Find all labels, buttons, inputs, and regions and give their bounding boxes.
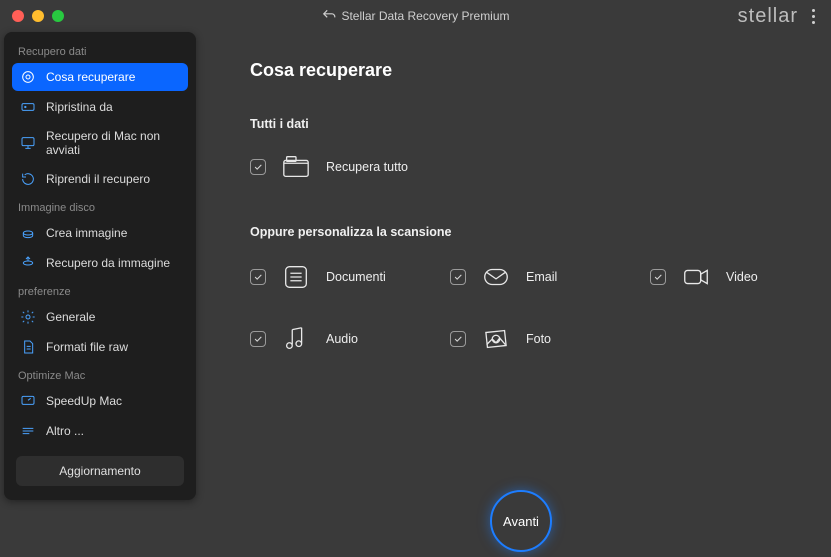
more-menu-button[interactable] <box>808 5 819 28</box>
sidebar-item-raw-formats[interactable]: Formati file raw <box>12 333 188 361</box>
next-button[interactable]: Avanti <box>490 490 552 552</box>
sidebar-group-title: Recupero dati <box>4 38 196 62</box>
option-video[interactable]: Video <box>650 261 831 293</box>
all-data-heading: Tutti i dati <box>250 117 797 131</box>
sidebar-item-general[interactable]: Generale <box>12 303 188 331</box>
brand-logo-text: stellar <box>738 5 798 28</box>
option-label: Audio <box>326 332 358 346</box>
sidebar-group-title: preferenze <box>4 278 196 302</box>
sidebar-item-label: Riprendi il recupero <box>46 172 150 186</box>
app-title-text: Stellar Data Recovery Premium <box>341 9 509 23</box>
target-icon <box>20 69 36 85</box>
titlebar: Stellar Data Recovery Premium stellar <box>0 0 831 32</box>
update-button[interactable]: Aggiornamento <box>16 456 184 486</box>
sidebar-item-label: Altro ... <box>46 424 84 438</box>
main-content: Cosa recuperare Tutti i dati Recupera tu… <box>200 32 831 557</box>
checkbox-checked-icon[interactable] <box>250 159 266 175</box>
sidebar-item-speedup-mac[interactable]: SpeedUp Mac <box>12 387 188 415</box>
option-label: Video <box>726 270 758 284</box>
checkbox-checked-icon[interactable] <box>250 331 266 347</box>
checkbox-checked-icon[interactable] <box>450 331 466 347</box>
photo-icon <box>480 323 512 355</box>
more-icon <box>20 423 36 439</box>
email-icon <box>480 261 512 293</box>
next-button-label: Avanti <box>503 514 539 529</box>
option-recover-all[interactable]: Recupera tutto <box>250 151 408 183</box>
sidebar-group-title: Immagine disco <box>4 194 196 218</box>
sidebar-item-label: Recupero di Mac non avviati <box>46 129 180 157</box>
option-label: Documenti <box>326 270 386 284</box>
sidebar-item-recover-from[interactable]: Ripristina da <box>12 93 188 121</box>
sidebar-item-label: Cosa recuperare <box>46 70 135 84</box>
option-email[interactable]: Email <box>450 261 650 293</box>
option-label: Email <box>526 270 557 284</box>
sidebar-item-label: SpeedUp Mac <box>46 394 122 408</box>
brand-area: stellar <box>738 5 819 28</box>
sidebar-item-label: Formati file raw <box>46 340 128 354</box>
window-controls <box>12 10 64 22</box>
disk-icon <box>20 225 36 241</box>
app-title: Stellar Data Recovery Premium <box>321 8 509 25</box>
option-audio[interactable]: Audio <box>250 323 450 355</box>
checkbox-checked-icon[interactable] <box>250 269 266 285</box>
file-list-icon <box>20 339 36 355</box>
sidebar-item-label: Ripristina da <box>46 100 113 114</box>
close-window-button[interactable] <box>12 10 24 22</box>
sidebar-item-other[interactable]: Altro ... <box>12 417 188 445</box>
drive-icon <box>20 99 36 115</box>
sidebar-item-what-to-recover[interactable]: Cosa recuperare <box>12 63 188 91</box>
monitor-alert-icon <box>20 135 36 151</box>
gear-icon <box>20 309 36 325</box>
video-icon <box>680 261 712 293</box>
folder-all-icon <box>280 151 312 183</box>
option-label: Foto <box>526 332 551 346</box>
sidebar-item-recover-from-image[interactable]: Recupero da immagine <box>12 249 188 277</box>
back-icon[interactable] <box>321 8 335 25</box>
checkbox-checked-icon[interactable] <box>450 269 466 285</box>
maximize-window-button[interactable] <box>52 10 64 22</box>
sidebar-item-create-image[interactable]: Crea immagine <box>12 219 188 247</box>
minimize-window-button[interactable] <box>32 10 44 22</box>
sidebar-item-label: Generale <box>46 310 95 324</box>
option-label: Recupera tutto <box>326 160 408 174</box>
sidebar: Recupero dati Cosa recuperare Ripristina… <box>4 32 196 500</box>
sidebar-item-label: Crea immagine <box>46 226 127 240</box>
checkbox-checked-icon[interactable] <box>650 269 666 285</box>
documents-icon <box>280 261 312 293</box>
option-documents[interactable]: Documenti <box>250 261 450 293</box>
customize-heading: Oppure personalizza la scansione <box>250 225 797 239</box>
sidebar-item-label: Recupero da immagine <box>46 256 170 270</box>
sidebar-item-resume-recovery[interactable]: Riprendi il recupero <box>12 165 188 193</box>
disk-up-icon <box>20 255 36 271</box>
option-photo[interactable]: Foto <box>450 323 650 355</box>
audio-icon <box>280 323 312 355</box>
refresh-icon <box>20 171 36 187</box>
gauge-icon <box>20 393 36 409</box>
sidebar-group-title: Optimize Mac <box>4 362 196 386</box>
sidebar-item-nonbooting-mac[interactable]: Recupero di Mac non avviati <box>12 123 188 163</box>
page-title: Cosa recuperare <box>250 60 797 81</box>
